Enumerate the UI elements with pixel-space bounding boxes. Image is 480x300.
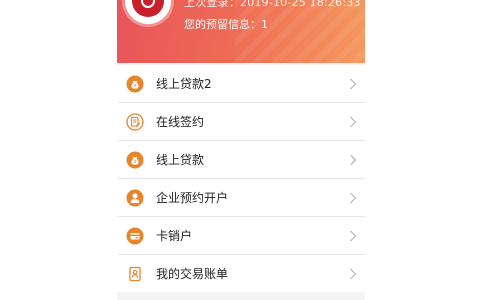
menu-item-label: 在线签约: [156, 115, 205, 129]
sign-contract-icon: [126, 112, 144, 131]
menu-item-label: 我的交易账单: [156, 267, 229, 281]
chevron-right-icon: [350, 192, 357, 203]
svg-text:¥: ¥: [133, 83, 136, 89]
menu-item-card-cancellation[interactable]: 卡销户: [117, 217, 365, 255]
bill-icon: [126, 265, 144, 283]
chevron-right-icon: [350, 154, 357, 165]
bank-logo-avatar: [125, 0, 171, 24]
menu-item-label: 企业预约开户: [156, 191, 229, 205]
menu-item-online-signing[interactable]: 在线签约: [117, 103, 365, 141]
account-header: 上次登录：2019-10-25 18:26:33 您的预留信息：1: [117, 0, 365, 63]
chevron-right-icon: [350, 230, 357, 241]
menu-item-label: 卡销户: [156, 229, 193, 243]
card-icon: [126, 227, 144, 245]
menu-item-online-loan-2[interactable]: ¥ 线上贷款2: [117, 65, 365, 103]
person-icon: [126, 189, 144, 207]
svg-text:¥: ¥: [133, 159, 136, 165]
menu-item-label: 线上贷款2: [156, 77, 212, 91]
last-login-text: 上次登录：2019-10-25 18:26:33: [184, 0, 361, 9]
chevron-right-icon: [350, 268, 357, 279]
money-bag-icon: ¥: [126, 75, 144, 93]
chevron-right-icon: [350, 116, 357, 127]
menu-item-label: 线上贷款: [156, 153, 205, 167]
menu-item-transaction-bill[interactable]: 我的交易账单: [117, 255, 365, 292]
reserved-info-text: 您的预留信息：1: [184, 18, 268, 31]
menu-item-enterprise-account-booking[interactable]: 企业预约开户: [117, 179, 365, 217]
chevron-right-icon: [350, 78, 357, 89]
app-screen: 上次登录：2019-10-25 18:26:33 您的预留信息：1 ¥ 线上贷款…: [117, 0, 365, 300]
menu-item-online-loan[interactable]: ¥ 线上贷款: [117, 141, 365, 179]
menu-list: ¥ 线上贷款2 在线签约 ¥ 线上贷款 企业预约开户 卡销户 我的交易账单: [117, 65, 365, 292]
money-bag-icon: ¥: [126, 151, 144, 169]
